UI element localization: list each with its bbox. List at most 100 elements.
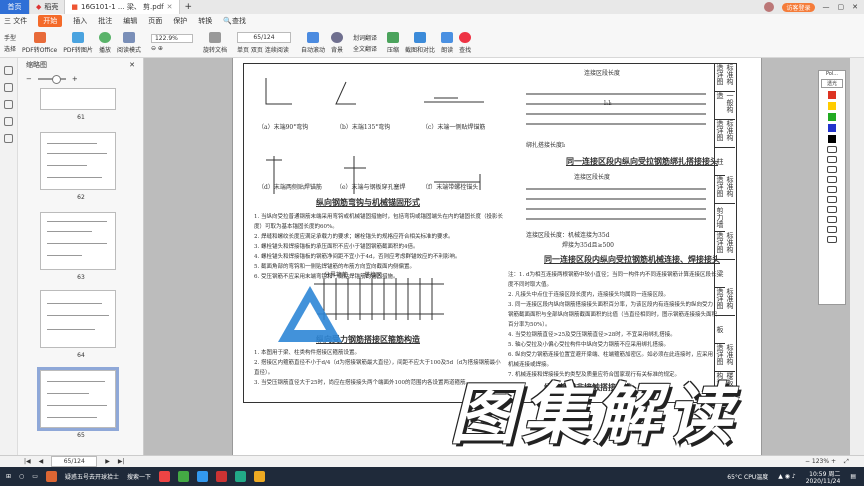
- menu-file[interactable]: 三 文件: [4, 16, 27, 26]
- menu-convert[interactable]: 转换: [198, 16, 212, 26]
- plus-icon[interactable]: +: [72, 75, 78, 83]
- taskbar-app2[interactable]: 搜索一下: [127, 472, 151, 481]
- nav-prev-icon[interactable]: ◀: [39, 458, 44, 465]
- color-green[interactable]: [828, 113, 836, 121]
- windows-start-icon[interactable]: ⊞: [6, 473, 11, 480]
- app-icon[interactable]: [234, 471, 246, 482]
- status-page-total: /124: [71, 458, 85, 465]
- attachment-icon[interactable]: [4, 117, 13, 126]
- zoom-in-icon[interactable]: +: [831, 458, 836, 465]
- nav-first-icon[interactable]: |◀: [24, 458, 31, 465]
- label-zone-mid: 连接区段长度: [574, 174, 611, 181]
- single-page-button[interactable]: 单页: [237, 47, 249, 54]
- rectangle-icon[interactable]: [827, 166, 837, 173]
- hand-tool-button[interactable]: 手型 选择: [4, 33, 16, 53]
- menu-search[interactable]: 🔍查找: [223, 16, 246, 26]
- rotate-button[interactable]: 旋转文档: [203, 31, 227, 54]
- dim-mech: 连接区段长度：机械连接为35d: [526, 232, 610, 239]
- undo-icon[interactable]: [827, 226, 837, 233]
- app-icon[interactable]: [196, 471, 208, 482]
- read-mode-button[interactable]: 阅读模式: [117, 31, 141, 54]
- menu-start[interactable]: 开始: [38, 15, 63, 27]
- page-input[interactable]: 65/124: [236, 31, 291, 43]
- arrow-icon[interactable]: [827, 196, 837, 203]
- close-panel-icon[interactable]: ✕: [129, 61, 135, 69]
- minimize-icon[interactable]: —: [823, 3, 830, 11]
- translate-word-button[interactable]: 划词翻译: [353, 33, 377, 42]
- menu-protect[interactable]: 保护: [173, 16, 187, 26]
- vertical-scrollbar[interactable]: [850, 58, 864, 455]
- screenshot-button[interactable]: 截图和对比: [405, 31, 435, 54]
- window-close-icon[interactable]: ✕: [852, 3, 858, 11]
- double-page-button[interactable]: 双页: [251, 47, 263, 54]
- menu-edit[interactable]: 编辑: [123, 16, 137, 26]
- zoom-input[interactable]: 122.9%: [150, 33, 193, 43]
- eraser-icon[interactable]: [827, 216, 837, 223]
- thumbnail-page[interactable]: [40, 132, 116, 190]
- minus-icon[interactable]: −: [26, 75, 32, 83]
- clear-icon[interactable]: [827, 236, 837, 243]
- status-zoom-value[interactable]: 123%: [812, 458, 829, 465]
- menu-annotate[interactable]: 批注: [98, 16, 112, 26]
- color-red[interactable]: [828, 91, 836, 99]
- thumbnail-page[interactable]: [40, 290, 116, 348]
- tab-docer[interactable]: ◆ 稻壳: [30, 0, 66, 14]
- app-icon[interactable]: [45, 471, 57, 482]
- app-icon[interactable]: [158, 471, 170, 482]
- compress-button[interactable]: 压缩: [387, 31, 399, 54]
- continuous-read-button[interactable]: 连续阅读: [265, 47, 289, 54]
- status-page-input[interactable]: 65/124: [51, 456, 98, 467]
- comment-icon[interactable]: [4, 100, 13, 109]
- highlighter-icon[interactable]: [827, 156, 837, 163]
- read-aloud-label: 朗读: [441, 46, 454, 54]
- tray-icons[interactable]: ▲ ◉ ♪: [778, 473, 796, 480]
- line-icon[interactable]: [827, 186, 837, 193]
- app-icon[interactable]: [253, 471, 265, 482]
- taskbar-app1[interactable]: 疑惑五号去开球拾士: [65, 472, 119, 481]
- thumbnail-size-slider[interactable]: [37, 75, 66, 84]
- read-aloud-button[interactable]: 朗读: [441, 31, 454, 54]
- app-icon[interactable]: [215, 471, 227, 482]
- maximize-icon[interactable]: ▢: [838, 3, 845, 11]
- app-icon[interactable]: [177, 471, 189, 482]
- zoom-buttons[interactable]: ⊖ ⊕: [151, 45, 193, 52]
- nav-next-icon[interactable]: ▶: [105, 458, 110, 465]
- add-tab-button[interactable]: +: [180, 2, 198, 12]
- pdf-to-image-button[interactable]: PDF转图片: [63, 31, 93, 54]
- tab-pdf[interactable]: ■ 16G101-1 ... 梁、 剪.pdf ✕: [65, 0, 180, 14]
- thumbnail-page[interactable]: [40, 212, 116, 270]
- avatar[interactable]: [764, 2, 775, 12]
- color-yellow[interactable]: [828, 102, 836, 110]
- ellipse-icon[interactable]: [827, 176, 837, 183]
- close-icon[interactable]: ✕: [167, 3, 173, 11]
- menu-page[interactable]: 页面: [148, 16, 162, 26]
- color-black[interactable]: [828, 135, 836, 143]
- color-blue[interactable]: [828, 124, 836, 132]
- text-icon[interactable]: [827, 206, 837, 213]
- play-button[interactable]: 播放: [98, 31, 111, 54]
- background-button[interactable]: 背景: [331, 31, 343, 54]
- system-tray: 65°C CPU温度 ▲ ◉ ♪ 10:59 周二 2020/11/24 ▤: [727, 469, 864, 485]
- search-panel-icon[interactable]: [4, 134, 13, 143]
- auto-scroll-button[interactable]: 自动滚动: [301, 31, 325, 54]
- clock[interactable]: 10:59 周二 2020/11/24: [806, 469, 841, 485]
- thumbnail-page-selected[interactable]: [37, 367, 119, 431]
- nav-last-icon[interactable]: ▶|: [118, 458, 125, 465]
- pen-icon[interactable]: [827, 146, 837, 153]
- login-badge[interactable]: 访客登录: [782, 2, 815, 12]
- palette-mode[interactable]: 透光: [821, 79, 843, 88]
- translate-full-button[interactable]: 全文翻译: [353, 44, 377, 53]
- menu-insert[interactable]: 插入: [73, 16, 87, 26]
- tab-home[interactable]: 首页: [0, 0, 30, 14]
- find-button[interactable]: 查找: [459, 31, 471, 54]
- note-line: 1. 本图用于梁、柱类构件搭接区箍筋设置。: [254, 350, 360, 356]
- task-view-icon[interactable]: ▭: [32, 473, 38, 480]
- fit-icon[interactable]: ⤢: [844, 458, 864, 466]
- thumbnail-icon[interactable]: [4, 66, 13, 75]
- notification-icon[interactable]: ▤: [850, 473, 856, 480]
- thumbnail-page[interactable]: [40, 88, 116, 110]
- bookmark-icon[interactable]: [4, 83, 13, 92]
- pdf-to-office-button[interactable]: PDF转Office: [22, 31, 57, 54]
- zoom-out-icon[interactable]: −: [805, 458, 810, 465]
- cortana-search-icon[interactable]: ○: [19, 473, 24, 480]
